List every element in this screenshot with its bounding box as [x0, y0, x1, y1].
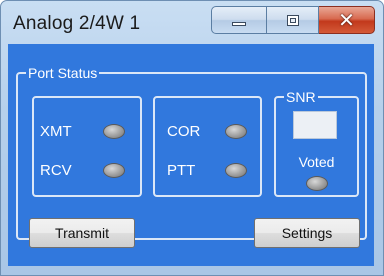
transmit-button[interactable]: Transmit: [29, 218, 135, 248]
close-icon: ✕: [338, 8, 355, 32]
snr-value-box: [293, 111, 337, 139]
snr-label: SNR: [284, 89, 318, 105]
ptt-label: PTT: [167, 162, 196, 179]
port-status-group: Port Status XMT RCV COR PTT SNR Voted: [16, 65, 367, 240]
xmt-indicator-icon: [103, 124, 125, 139]
window-title: Analog 2/4W 1: [13, 13, 141, 34]
ptt-indicator-icon: [225, 163, 247, 178]
tx-rx-group: XMT RCV: [32, 96, 142, 197]
rcv-indicator-icon: [103, 163, 125, 178]
rcv-label: RCV: [40, 162, 72, 179]
caption-buttons: ✕: [211, 6, 375, 34]
close-button[interactable]: ✕: [319, 6, 375, 34]
minimize-button[interactable]: [211, 6, 267, 34]
voted-indicator-icon: [306, 176, 328, 191]
xmt-row: XMT: [34, 120, 140, 144]
ptt-row: PTT: [155, 159, 260, 183]
xmt-label: XMT: [40, 123, 72, 140]
settings-button[interactable]: Settings: [254, 218, 360, 248]
minimize-icon: [232, 22, 246, 26]
snr-group: SNR Voted: [274, 89, 359, 197]
cor-row: COR: [155, 120, 260, 144]
rcv-row: RCV: [34, 159, 140, 183]
cor-label: COR: [167, 123, 201, 140]
cor-indicator-icon: [225, 124, 247, 139]
cor-ptt-group: COR PTT: [153, 96, 262, 197]
voted-label: Voted: [298, 154, 335, 170]
port-status-label: Port Status: [26, 65, 100, 81]
title-bar[interactable]: Analog 2/4W 1 ✕: [1, 1, 383, 45]
maximize-icon: [286, 14, 299, 26]
maximize-button[interactable]: [267, 6, 319, 34]
